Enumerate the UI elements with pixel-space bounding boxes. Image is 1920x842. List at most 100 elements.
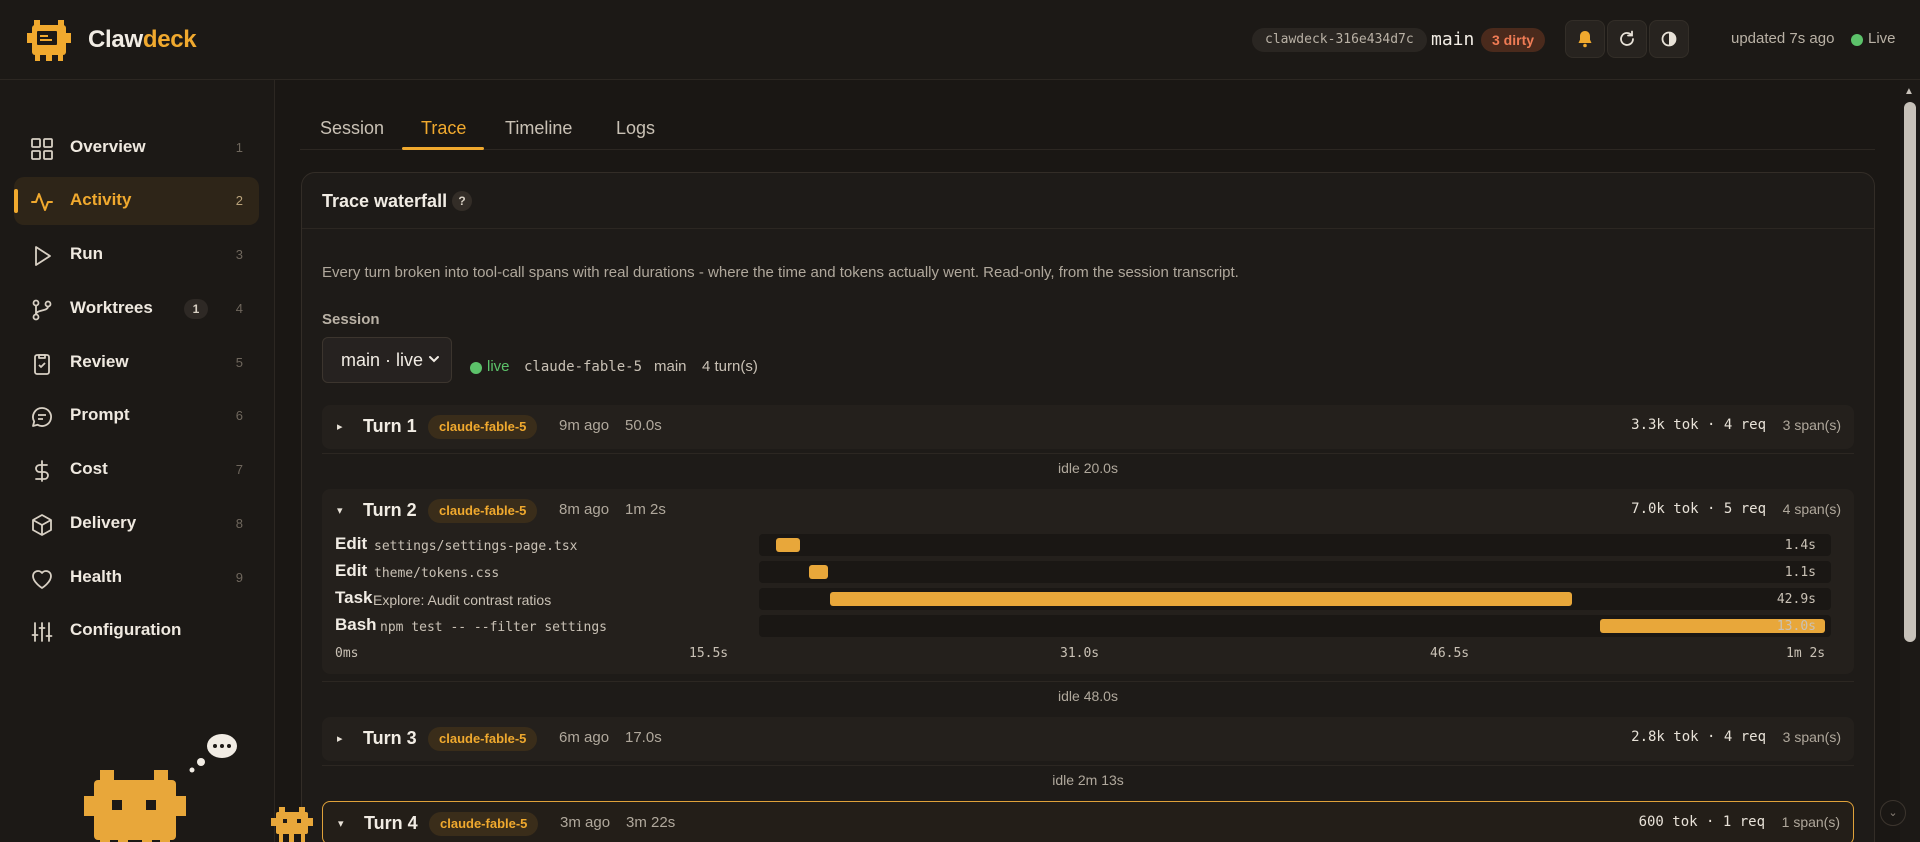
clawdeck-logo-icon [27,20,71,61]
expand-caret-icon[interactable]: ▸ [337,732,343,745]
tab-session[interactable]: Session [320,118,384,149]
card-title: Trace waterfall [322,191,448,211]
axis-tick-label: 1m 2s [1786,646,1826,661]
sidebar-item-label: Worktrees [70,298,153,317]
shortcut-key: 9 [235,570,243,585]
sidebar-item-label: Delivery [70,513,137,532]
span-row[interactable]: Task Explore: Audit contrast ratios 42.9… [335,588,1840,610]
tab-timeline[interactable]: Timeline [505,118,572,149]
model-badge: claude-fable-5 [428,415,538,439]
turn-row-4[interactable]: ▾ Turn 4 claude-fable-5 3m ago 3m 22s 60… [322,801,1854,842]
sidebar-item-worktrees[interactable]: Worktrees 1 4 [14,285,259,333]
top-bar: Clawdeck clawdeck-316e434d7c main 3 dirt… [0,0,1920,80]
span-track: 1.4s [759,534,1831,556]
session-branch: main [654,358,687,375]
sidebar-item-label: Review [70,352,129,371]
dirty-chip[interactable]: 3 dirty [1481,28,1546,52]
bell-icon [1578,31,1592,48]
turn-ago: 3m ago [560,814,611,831]
expand-caret-icon[interactable]: ▸ [337,420,343,433]
scrollbar[interactable]: ▲ [1900,80,1920,842]
turn-span-count: 3 span(s) [1782,417,1841,433]
span-bar [776,538,801,552]
divider [322,453,1854,454]
sliders-icon [31,622,53,642]
session-turn-count: 4 turn(s) [702,358,758,375]
worktrees-count-badge: 1 [184,299,208,319]
turn-row-1[interactable]: ▸ Turn 1 claude-fable-5 9m ago 50.0s 3.3… [322,405,1854,449]
sidebar-item-label: Health [70,567,122,586]
span-row[interactable]: Edit settings/settings-page.tsx 1.4s [335,534,1840,556]
shortcut-key: 3 [235,247,243,262]
grid-icon [31,138,53,160]
tab-trace[interactable]: Trace [421,118,466,149]
session-select[interactable]: main · live [322,337,452,383]
sidebar-item-overview[interactable]: Overview 1 [14,124,259,172]
sidebar-item-label: Cost [70,459,108,478]
model-badge: claude-fable-5 [428,499,538,523]
refresh-button[interactable] [1607,20,1647,58]
sidebar-item-prompt[interactable]: Prompt 6 [14,392,259,440]
divider [322,681,1854,682]
shortcut-key: 7 [235,462,243,477]
play-icon [35,246,51,266]
turn-duration: 50.0s [625,417,662,434]
live-status-label: Live [1868,30,1896,47]
expand-caret-icon[interactable]: ▾ [337,504,343,517]
chevron-down-icon [429,356,439,363]
shortcut-key: 5 [235,355,243,370]
sidebar-item-activity[interactable]: Activity 2 [14,177,259,225]
sidebar-item-run[interactable]: Run 3 [14,231,259,279]
updated-timestamp: updated 7s ago [1731,30,1835,47]
expand-caret-icon[interactable]: ▾ [338,817,344,830]
pulse-icon [31,193,53,211]
repo-chip[interactable]: clawdeck-316e434d7c [1252,28,1427,52]
refresh-icon [1620,30,1634,46]
sidebar: Overview 1 Activity 2 Run 3 Worktrees 1 … [0,80,275,842]
span-row[interactable]: Edit theme/tokens.css 1.1s [335,561,1840,583]
trace-waterfall-card: Trace waterfall ? Every turn broken into… [301,172,1875,842]
sidebar-item-delivery[interactable]: Delivery 8 [14,500,259,548]
session-model: claude-fable-5 [524,359,643,375]
card-header: Trace waterfall ? [302,173,1874,229]
turn-title: Turn 4 [364,813,418,833]
turn-span-count: 3 span(s) [1782,729,1841,745]
axis-tick-label: 0ms [335,646,359,661]
axis-tick-label: 15.5s [689,646,729,661]
turn-row-2[interactable]: ▾ Turn 2 claude-fable-5 8m ago 1m 2s 7.0… [322,489,1854,674]
span-arg: Explore: Audit contrast ratios [373,592,552,608]
turn-title: Turn 1 [363,416,417,436]
model-badge: claude-fable-5 [429,812,539,836]
span-duration: 1.4s [1784,538,1816,553]
span-track: 13.0s [759,615,1831,637]
theme-toggle-button[interactable] [1649,20,1689,58]
shortcut-key: 2 [235,193,243,208]
session-live-dot [470,362,482,374]
chevron-down-icon: ⌄ [1888,807,1898,819]
app-name: Clawdeck [88,26,197,54]
trace-description: Every turn broken into tool-call spans w… [322,264,1239,281]
sidebar-item-configuration[interactable]: Configuration [14,607,259,655]
sidebar-item-health[interactable]: Health 9 [14,554,259,602]
tab-logs[interactable]: Logs [616,118,655,149]
scroll-to-bottom-button[interactable]: ⌄ [1880,800,1906,826]
span-tool: Task [335,588,373,607]
span-bar [809,565,829,579]
active-tab-indicator [402,147,484,150]
session-label: Session [322,311,380,328]
sidebar-item-cost[interactable]: Cost 7 [14,446,259,494]
scrollbar-thumb[interactable] [1904,102,1916,642]
sidebar-item-review[interactable]: Review 5 [14,339,259,387]
scroll-up-arrow-icon[interactable]: ▲ [1904,86,1914,97]
notifications-button[interactable] [1565,20,1605,58]
shortcut-key: 4 [235,301,243,316]
span-track: 42.9s [759,588,1831,610]
brand[interactable]: Clawdeck [26,17,197,63]
axis-tick-label: 31.0s [1060,646,1100,661]
span-row[interactable]: Bash npm test -- --filter settings 13.0s [335,615,1840,637]
turn-duration: 17.0s [625,729,662,746]
help-icon[interactable]: ? [452,191,472,211]
branch-name: main [1431,29,1475,50]
turn-ago: 6m ago [559,729,610,746]
turn-row-3[interactable]: ▸ Turn 3 claude-fable-5 6m ago 17.0s 2.8… [322,717,1854,761]
